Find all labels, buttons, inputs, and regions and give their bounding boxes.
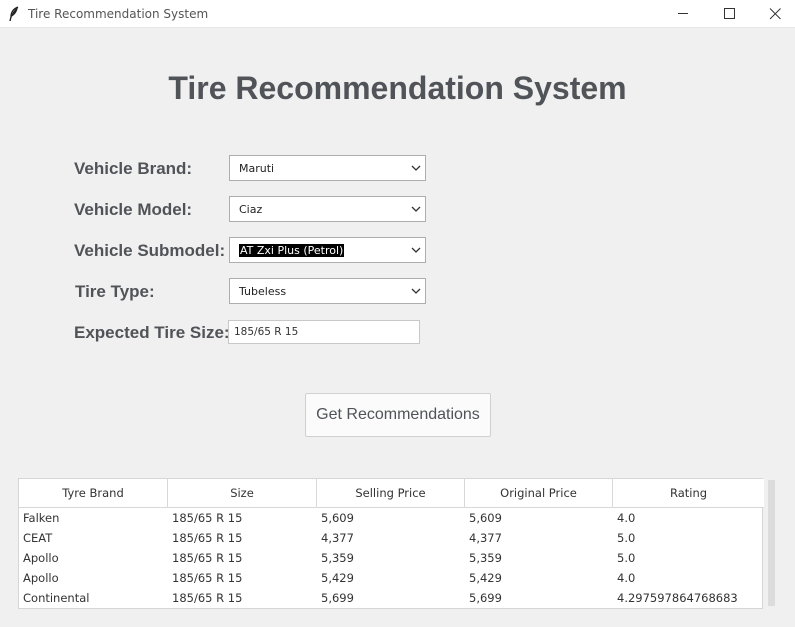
cell-size: 185/65 R 15 (172, 551, 243, 565)
column-header-tyre-brand[interactable]: Tyre Brand (19, 479, 168, 508)
tire-type-select[interactable]: Tubeless (229, 278, 426, 304)
minimize-button[interactable] (660, 0, 706, 28)
cell-size: 185/65 R 15 (172, 511, 243, 525)
close-icon (769, 8, 781, 20)
cell-rating: 5.0 (617, 531, 636, 545)
cell-rating: 4.0 (617, 571, 636, 585)
column-header-rating[interactable]: Rating (613, 479, 764, 508)
cell-original-price: 5,699 (469, 591, 502, 605)
table-row[interactable]: Apollo 185/65 R 15 5,429 5,429 4.0 (19, 568, 764, 588)
app-window: Tire Recommendation System Tire Recommen… (0, 0, 795, 627)
chevron-down-icon (411, 206, 421, 212)
cell-rating: 4.297597864768683 (617, 591, 738, 605)
maximize-icon (724, 8, 735, 19)
chevron-down-icon (411, 165, 421, 171)
size-label: Expected Tire Size: (74, 323, 230, 342)
chevron-down-icon (411, 288, 421, 294)
cell-original-price: 5,359 (469, 551, 502, 565)
minimize-icon (678, 13, 688, 14)
scrollbar-thumb[interactable] (768, 480, 775, 606)
model-select[interactable]: Ciaz (229, 196, 426, 222)
cell-original-price: 5,609 (469, 511, 502, 525)
table-row[interactable]: CEAT 185/65 R 15 4,377 4,377 5.0 (19, 528, 764, 548)
brand-value: Maruti (239, 162, 275, 175)
submodel-label: Vehicle Submodel: (74, 241, 226, 260)
table-row[interactable]: Falken 185/65 R 15 5,609 5,609 4.0 (19, 508, 764, 528)
cell-selling-price: 5,699 (321, 591, 354, 605)
cell-selling-price: 4,377 (321, 531, 354, 545)
get-recommendations-button[interactable]: Get Recommendations (305, 393, 491, 437)
maximize-button[interactable] (706, 0, 752, 28)
cell-selling-price: 5,609 (321, 511, 354, 525)
cell-tyre-brand: Falken (23, 511, 60, 525)
cell-size: 185/65 R 15 (172, 591, 243, 605)
brand-select[interactable]: Maruti (229, 155, 426, 181)
feather-icon (9, 6, 19, 22)
cell-tyre-brand: Continental (23, 591, 90, 605)
cell-original-price: 5,429 (469, 571, 502, 585)
cell-selling-price: 5,429 (321, 571, 354, 585)
submodel-select[interactable]: AT Zxi Plus (Petrol) (229, 237, 426, 263)
model-value: Ciaz (239, 203, 263, 216)
column-header-selling-price[interactable]: Selling Price (317, 479, 465, 508)
cell-tyre-brand: Apollo (23, 571, 59, 585)
close-button[interactable] (752, 0, 795, 28)
brand-label: Vehicle Brand: (74, 159, 193, 178)
table-row[interactable]: Apollo 185/65 R 15 5,359 5,359 5.0 (19, 548, 764, 568)
window-title: Tire Recommendation System (28, 7, 209, 21)
column-header-original-price[interactable]: Original Price (465, 479, 613, 508)
cell-rating: 5.0 (617, 551, 636, 565)
cell-selling-price: 5,359 (321, 551, 354, 565)
table-row[interactable]: Continental 185/65 R 15 5,699 5,699 4.29… (19, 588, 764, 608)
table-body: Falken 185/65 R 15 5,609 5,609 4.0 CEAT … (19, 508, 764, 608)
cell-rating: 4.0 (617, 511, 636, 525)
cell-tyre-brand: Apollo (23, 551, 59, 565)
cell-tyre-brand: CEAT (23, 531, 53, 545)
tire-type-label: Tire Type: (75, 282, 155, 301)
column-header-size[interactable]: Size (168, 479, 317, 508)
results-table[interactable]: Tyre Brand Size Selling Price Original P… (18, 478, 764, 609)
cell-size: 185/65 R 15 (172, 531, 243, 545)
tire-type-value: Tubeless (239, 285, 287, 298)
size-input[interactable]: 185/65 R 15 (228, 320, 420, 344)
table-header: Tyre Brand Size Selling Price Original P… (19, 479, 764, 508)
submodel-value: AT Zxi Plus (Petrol) (239, 244, 345, 257)
cell-size: 185/65 R 15 (172, 571, 243, 585)
model-label: Vehicle Model: (74, 200, 193, 219)
chevron-down-icon (411, 247, 421, 253)
table-scrollbar[interactable] (767, 478, 776, 609)
cell-original-price: 4,377 (469, 531, 502, 545)
title-bar: Tire Recommendation System (0, 0, 795, 28)
page-title: Tire Recommendation System (168, 70, 627, 106)
